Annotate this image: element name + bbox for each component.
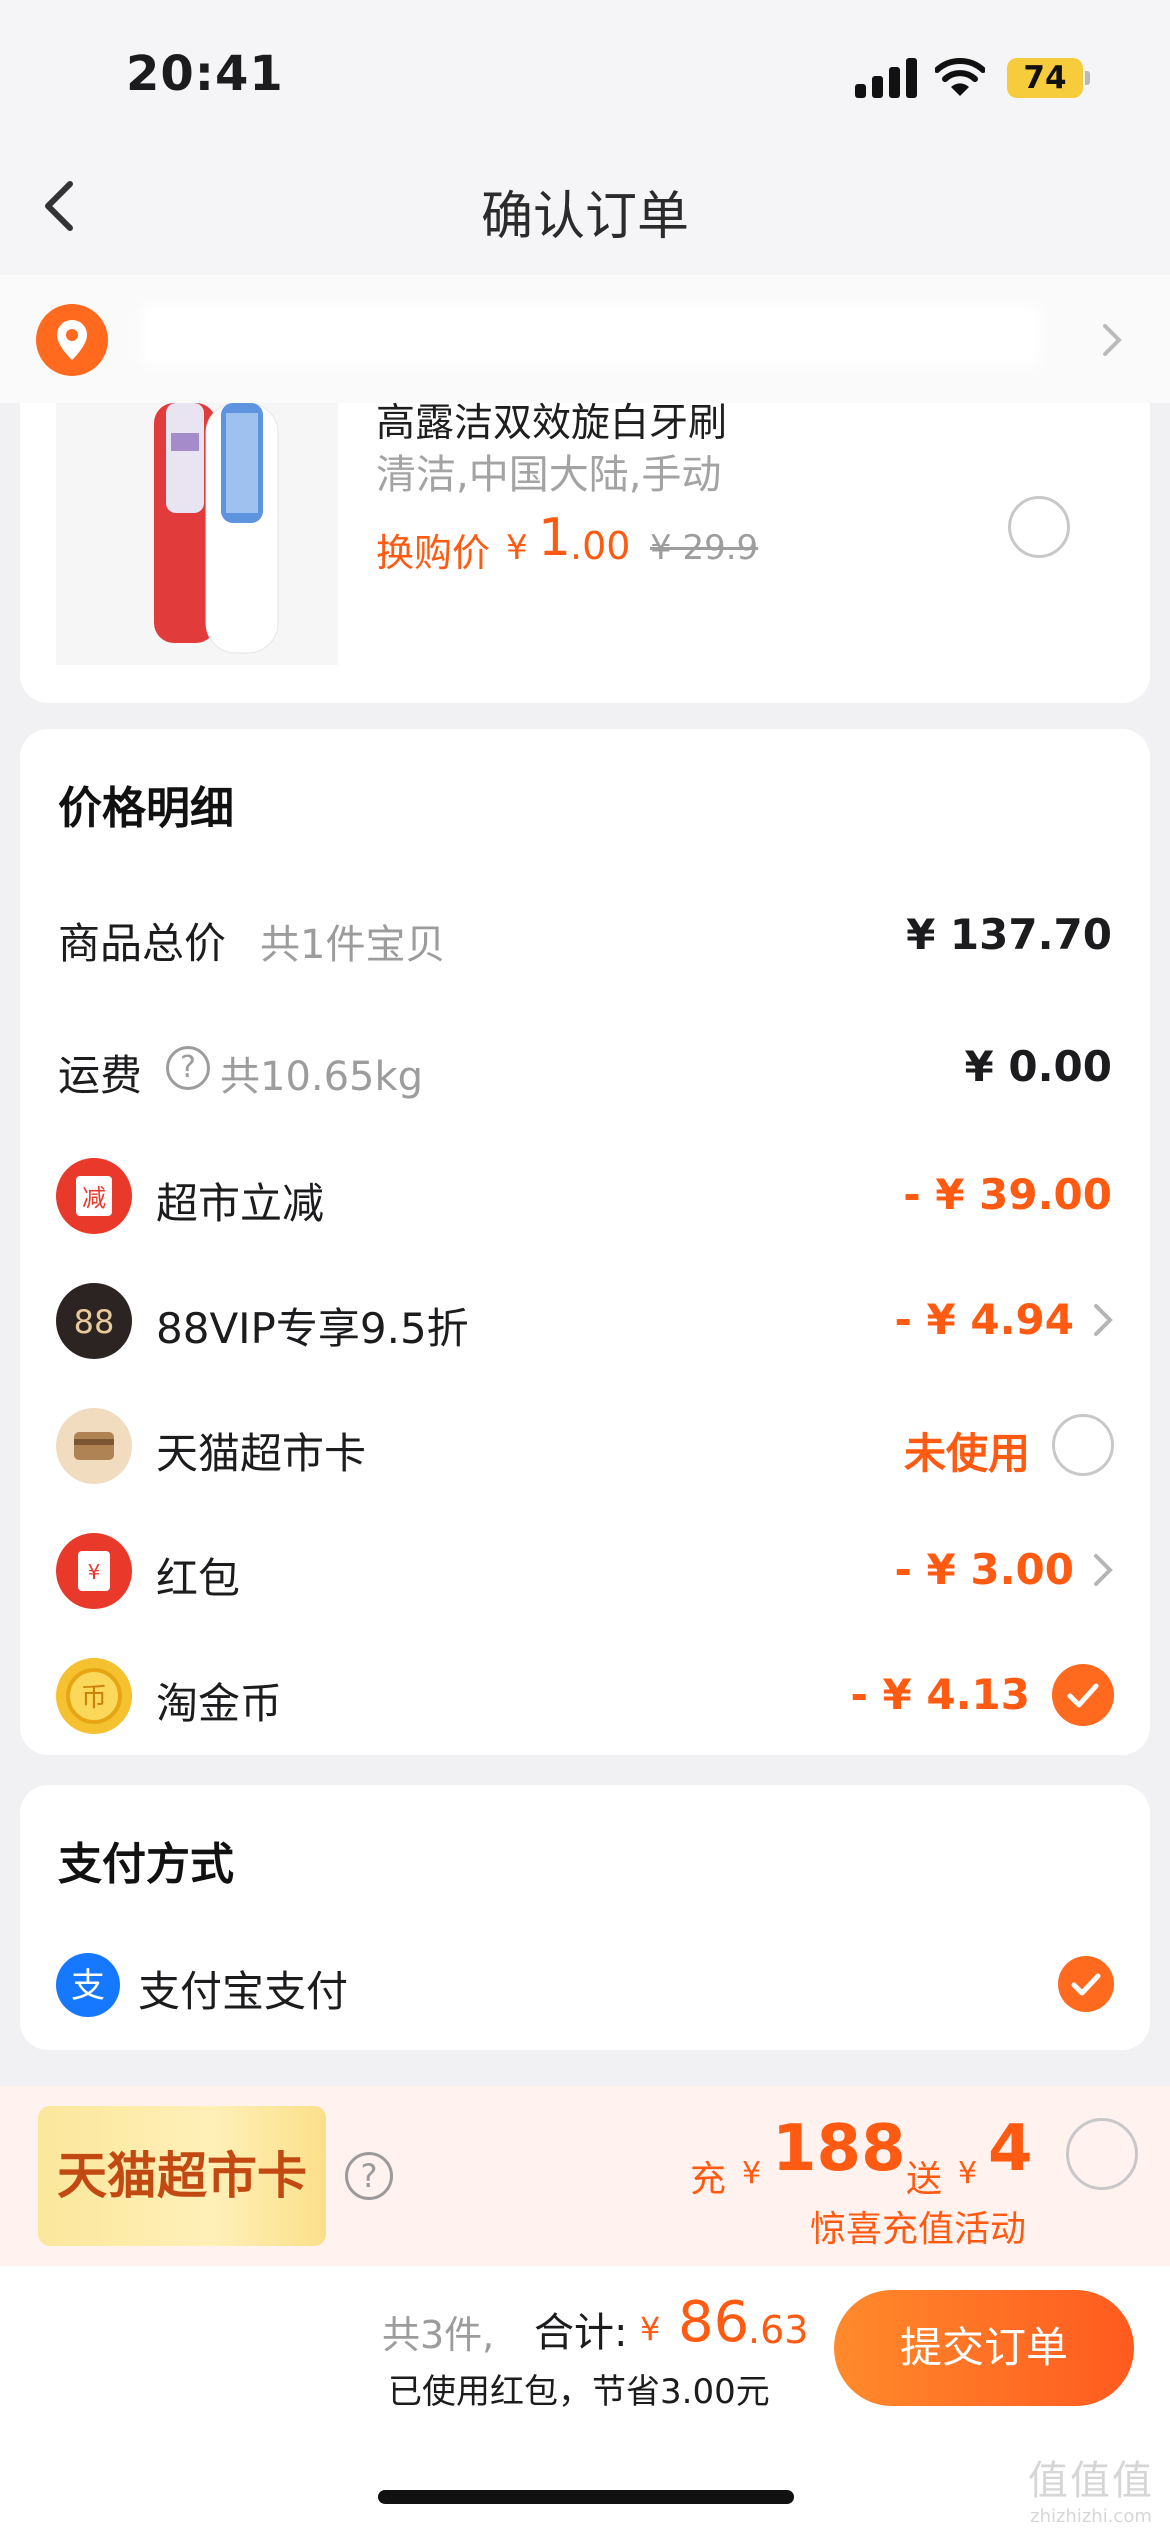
cellular-signal-icon: [855, 58, 917, 98]
discount-label: 淘金币: [156, 1679, 283, 1728]
svg-text:减: 减: [82, 1184, 106, 1212]
supermarket-card-badge: 天猫超市卡: [38, 2106, 326, 2246]
original-price: ¥ 29.9: [650, 528, 759, 568]
88vip-icon: 88: [56, 1283, 132, 1359]
gift-label: 送: [906, 2159, 943, 2200]
question-icon[interactable]: ?: [166, 1046, 210, 1090]
discount-value: - ¥ 4.13: [850, 1670, 1030, 1719]
savings-note: 已使用红包，节省3.00元: [388, 2372, 770, 2412]
swap-price-decimal: .00: [570, 524, 631, 568]
payment-title: 支付方式: [58, 1839, 234, 1890]
swap-price-currency: ¥: [506, 528, 528, 568]
product-name: 高露洁双效旋白牙刷: [376, 401, 728, 446]
supermarket-card-radio[interactable]: [1052, 1414, 1114, 1476]
discount-label: 超市立减: [156, 1179, 325, 1228]
svg-text:支: 支: [71, 1966, 105, 2006]
watermark: 值值值 zhizhizhi.com: [1016, 2448, 1166, 2532]
chevron-right-icon[interactable]: [1092, 1302, 1114, 1338]
total-label: 合计:: [534, 2310, 628, 2356]
discount-value[interactable]: - ¥ 4.94: [894, 1295, 1074, 1344]
recharge-amount: 188: [772, 2112, 906, 2186]
coin-checkbox-checked[interactable]: [1052, 1664, 1114, 1726]
page-title: 确认订单: [480, 187, 689, 247]
recharge-label: 充: [690, 2159, 727, 2200]
promo-subtitle: 惊喜充值活动: [810, 2209, 1027, 2250]
swap-price-label: 换购价: [376, 531, 491, 575]
goods-total-value: ¥ 137.70: [906, 910, 1112, 959]
wifi-icon: [935, 58, 985, 96]
swap-price-integer: 1: [538, 508, 572, 568]
location-pin-icon: [36, 304, 108, 376]
svg-text:¥: ¥: [88, 1560, 101, 1584]
svg-text:币: 币: [81, 1683, 107, 1713]
total-currency: ¥: [640, 2310, 661, 2348]
question-icon[interactable]: ?: [345, 2152, 393, 2200]
price-detail-title: 价格明细: [58, 783, 234, 834]
discount-label: 88VIP专享9.5折: [156, 1304, 469, 1353]
goods-total-count: 共1件宝贝: [260, 922, 446, 968]
red-envelope-icon: ¥: [56, 1533, 132, 1609]
watermark-url: zhizhizhi.com: [1030, 2506, 1152, 2527]
card-icon: [56, 1408, 132, 1484]
recharge-radio[interactable]: [1066, 2118, 1138, 2190]
discount-value[interactable]: - ¥ 3.00: [894, 1545, 1074, 1594]
submit-order-button[interactable]: 提交订单: [834, 2290, 1134, 2406]
coin-icon: 币: [56, 1658, 132, 1734]
status-time: 20:41: [126, 46, 284, 102]
discount-value: 未使用: [903, 1429, 1030, 1478]
discount-value: - ¥ 39.00: [903, 1170, 1112, 1219]
chevron-right-icon: [1103, 324, 1122, 356]
home-indicator: [378, 2490, 794, 2504]
shipping-value: ¥ 0.00: [964, 1042, 1112, 1091]
chevron-right-icon[interactable]: [1092, 1552, 1114, 1588]
shipping-weight: 共10.65kg: [220, 1054, 424, 1100]
gift-currency: ¥: [958, 2156, 978, 2191]
alipay-icon: 支: [56, 1953, 120, 2017]
discount-label: 天猫超市卡: [156, 1429, 367, 1478]
battery-tip: [1085, 71, 1090, 85]
shipping-label: 运费: [58, 1051, 143, 1100]
goods-total-label: 商品总价: [58, 919, 227, 968]
gift-amount: 4: [988, 2112, 1033, 2186]
alipay-radio-checked[interactable]: [1058, 1956, 1114, 2012]
product-spec: 清洁,中国大陆,手动: [376, 452, 722, 498]
total-decimal: .63: [748, 2308, 809, 2352]
jian-icon: 减: [56, 1158, 132, 1234]
toothbrush-product-image: [56, 403, 338, 665]
battery-level: 74: [1007, 58, 1083, 98]
product-select-radio[interactable]: [1008, 496, 1070, 558]
alipay-label: 支付宝支付: [138, 1967, 349, 2016]
discount-label: 红包: [156, 1554, 241, 1603]
watermark-logo: 值值值: [1028, 2458, 1154, 2504]
svg-text:88: 88: [74, 1303, 115, 1341]
address-redacted: [140, 305, 1040, 365]
item-count: 共3件,: [382, 2313, 495, 2357]
recharge-currency: ¥: [742, 2156, 762, 2191]
total-integer: 86: [678, 2290, 750, 2355]
battery-icon: 74: [1007, 58, 1090, 98]
